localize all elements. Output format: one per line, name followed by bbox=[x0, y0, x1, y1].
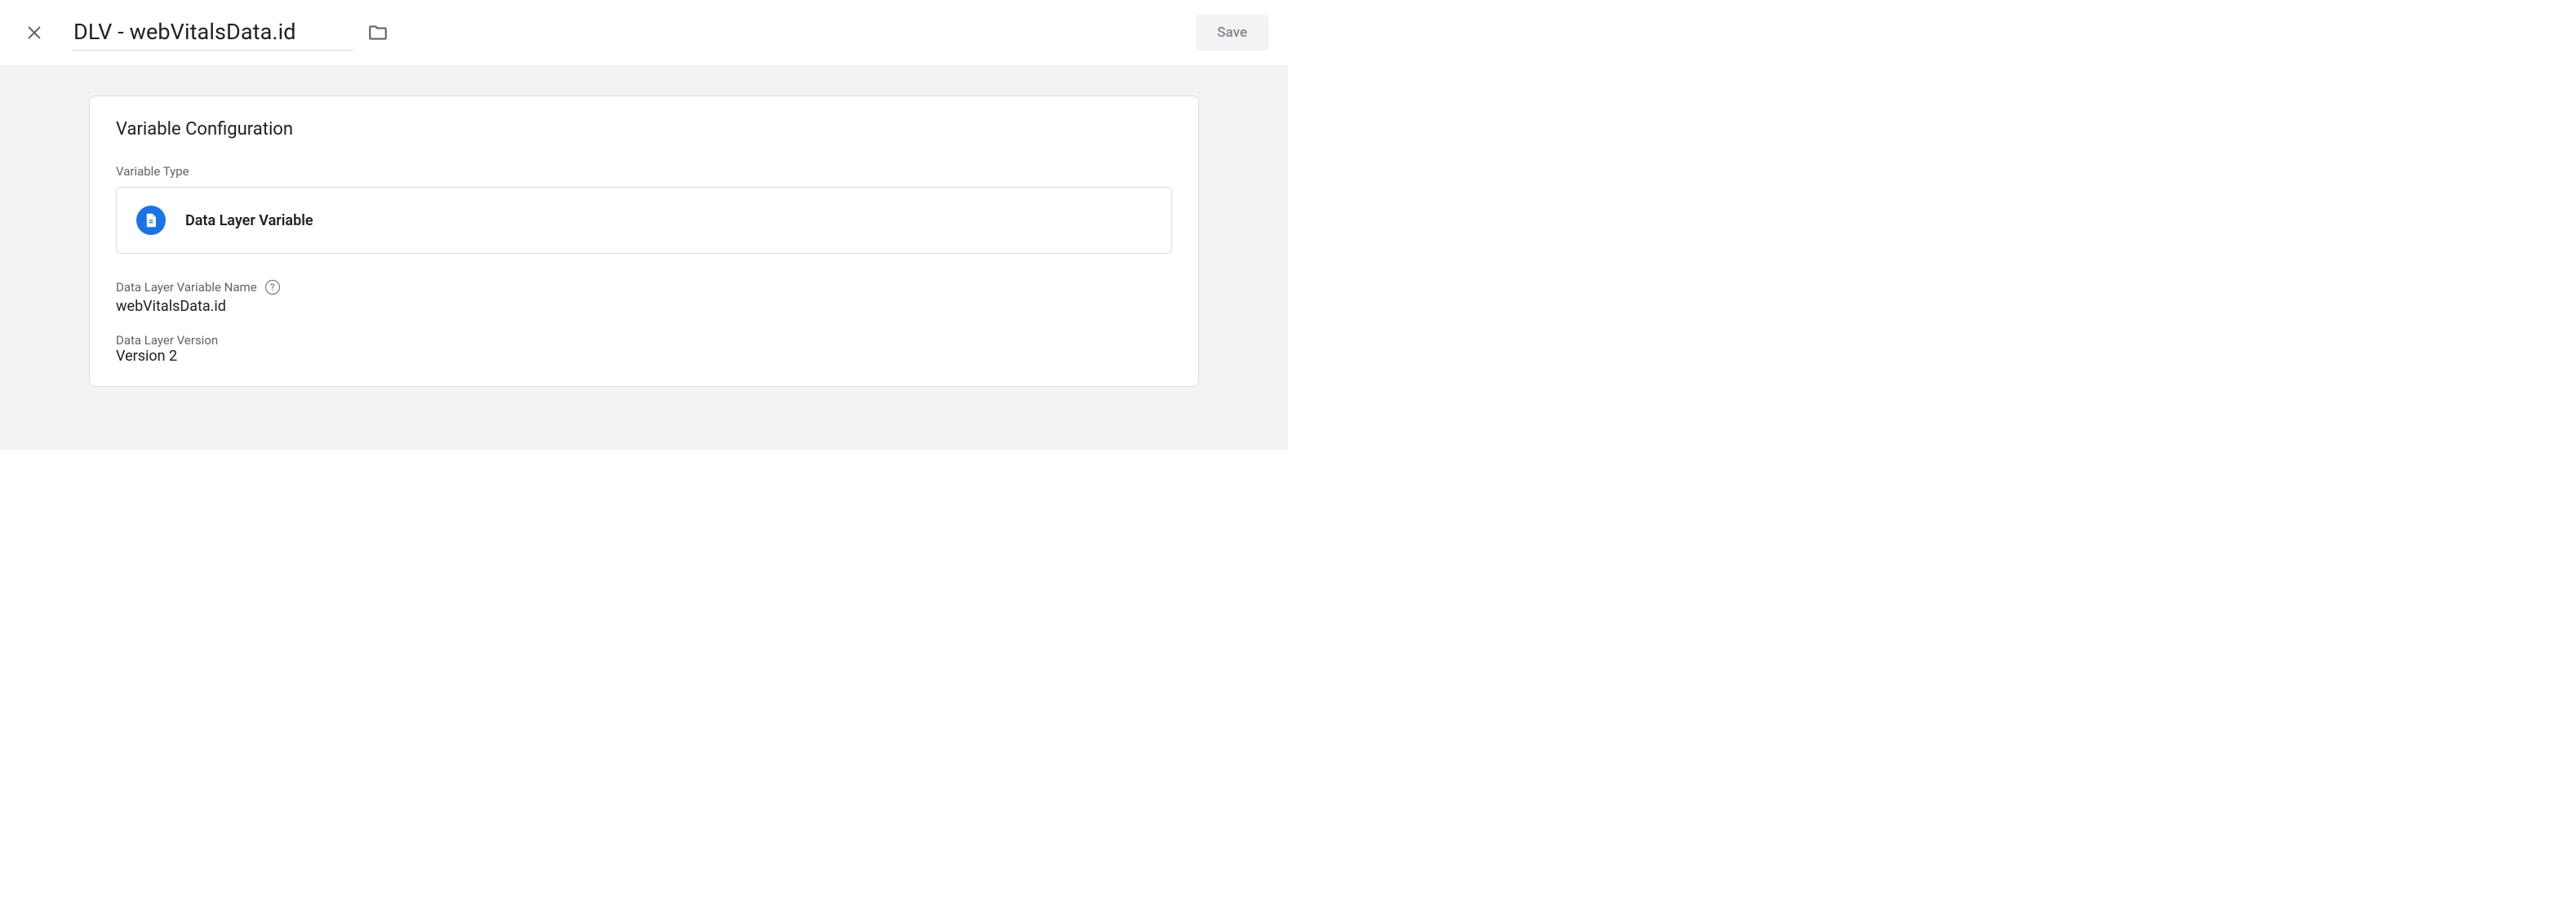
blank-panel bbox=[1288, 0, 2576, 450]
folder-button[interactable] bbox=[367, 22, 389, 43]
variable-type-name: Data Layer Variable bbox=[185, 212, 313, 229]
document-icon bbox=[144, 213, 158, 228]
folder-icon bbox=[367, 22, 389, 43]
variable-type-selector[interactable]: Data Layer Variable bbox=[116, 187, 1172, 254]
dlv-name-field: Data Layer Variable Name ? webVitalsData… bbox=[116, 280, 1172, 315]
variable-type-badge bbox=[136, 206, 166, 235]
card-title: Variable Configuration bbox=[116, 119, 1172, 140]
close-icon bbox=[25, 24, 43, 42]
variable-name-input[interactable] bbox=[72, 16, 354, 51]
dlv-version-field: Data Layer Version Version 2 bbox=[116, 333, 1172, 365]
variable-config-card: Variable Configuration Variable Type Dat… bbox=[89, 95, 1199, 387]
dlv-version-label: Data Layer Version bbox=[116, 333, 1172, 348]
editor-header: Save bbox=[0, 0, 1288, 66]
dlv-name-value: webVitalsData.id bbox=[116, 298, 1172, 315]
editor-body: Variable Configuration Variable Type Dat… bbox=[0, 66, 1288, 450]
close-button[interactable] bbox=[20, 18, 49, 47]
help-icon[interactable]: ? bbox=[265, 280, 280, 295]
dlv-name-label: Data Layer Variable Name bbox=[116, 280, 257, 295]
dlv-version-value: Version 2 bbox=[116, 348, 1172, 365]
save-button[interactable]: Save bbox=[1196, 15, 1268, 51]
variable-type-label: Variable Type bbox=[116, 164, 1172, 179]
